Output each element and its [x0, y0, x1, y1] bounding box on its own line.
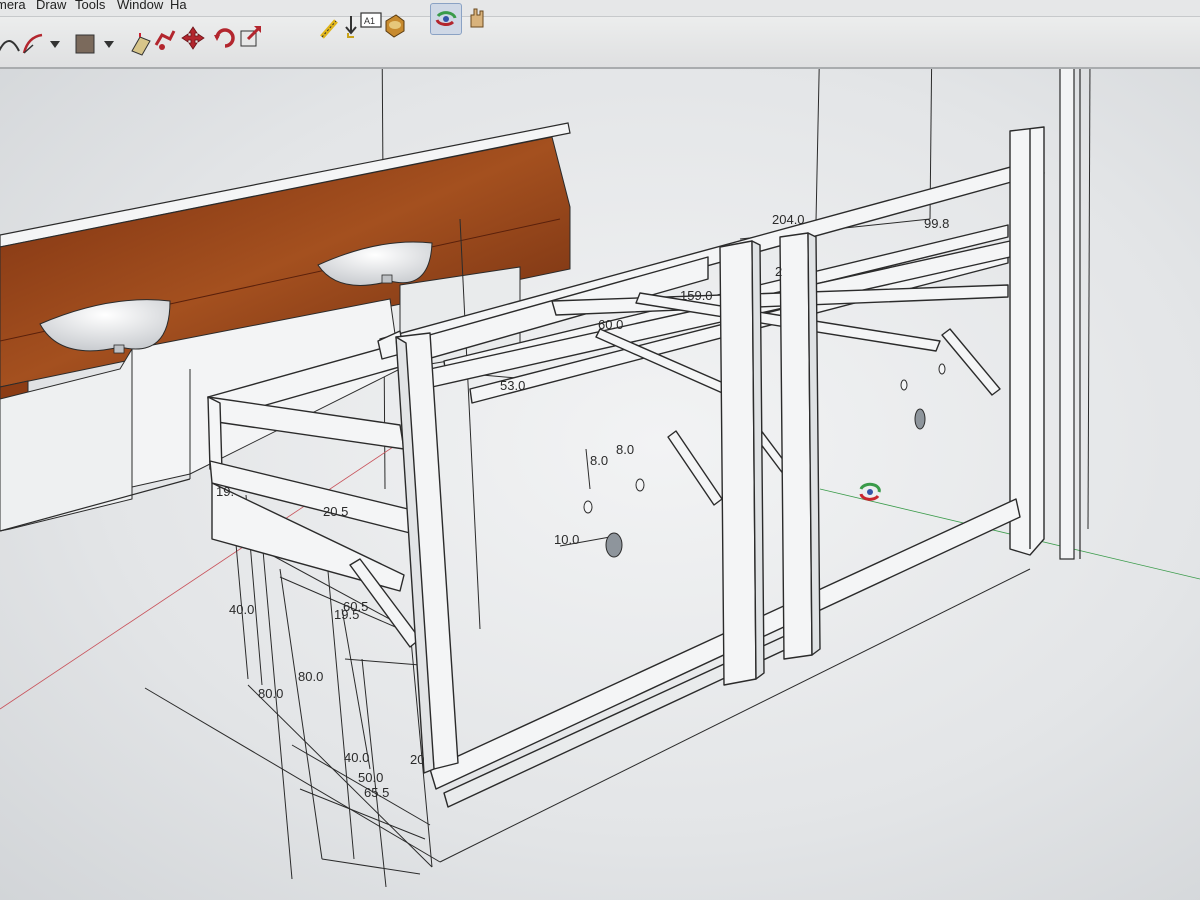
dim-rail-height: 20.5	[323, 504, 348, 519]
text-tool-label: A1	[364, 16, 375, 26]
follow-me-button[interactable]	[150, 25, 180, 55]
dim-small-label: 2	[775, 264, 782, 279]
menu-bar: mera Draw Tools Window Ha	[0, 0, 1200, 17]
menu-tools[interactable]: Tools	[75, 0, 105, 12]
dim-left-height: 19.	[216, 484, 234, 499]
dim-hole-b: 8.0	[616, 442, 634, 457]
right-wall	[1059, 69, 1091, 560]
dim-hole-offset: 10.0	[554, 532, 579, 547]
dim-height-b: 80.0	[258, 686, 283, 701]
dim-depth-a: 40.0	[344, 750, 369, 765]
dim-overall-length: 204.0	[772, 212, 805, 227]
dim-rail-gap: 19.5	[334, 607, 359, 622]
dim-depth-b: 50.0	[358, 770, 383, 785]
scale-icon	[240, 25, 262, 47]
rotate-icon	[214, 28, 235, 48]
orbit-cursor-icon	[859, 482, 881, 501]
model-viewport[interactable]: 204.0 99.8 2 159.0 60.0 53.0 8.0 8.0 10.…	[0, 69, 1200, 900]
arc-dropdown-arrow[interactable]	[50, 41, 60, 48]
menu-window[interactable]: Window	[117, 0, 163, 12]
dim-inner-length: 159.0	[680, 288, 713, 303]
dim-front-gap: 20	[410, 752, 424, 767]
paint-bucket-icon	[75, 34, 95, 54]
dim-depth-c: 65.5	[364, 785, 389, 800]
move-button[interactable]	[178, 23, 208, 53]
dim-top-width: 60.0	[598, 317, 623, 332]
move-icon	[181, 26, 205, 50]
orbit-button[interactable]	[430, 3, 462, 35]
mounting-holes	[583, 363, 946, 558]
menu-help[interactable]: Ha	[170, 0, 187, 12]
paint-dropdown-arrow[interactable]	[104, 41, 114, 48]
section-plane-icon	[385, 14, 405, 38]
paint-bucket-button[interactable]	[70, 29, 100, 59]
dim-right-depth: 99.8	[924, 216, 949, 231]
arc-icon	[22, 33, 43, 54]
pan-button[interactable]	[462, 3, 492, 33]
pan-icon	[470, 8, 484, 28]
menu-camera[interactable]: mera	[0, 0, 26, 12]
arc-pie-tool-button[interactable]	[18, 29, 48, 59]
dim-top-depth: 53.0	[500, 378, 525, 393]
scale-button[interactable]	[236, 21, 266, 51]
dim-hole-a: 8.0	[590, 453, 608, 468]
dim-height-a: 40.0	[229, 602, 254, 617]
model-canvas[interactable]: 204.0 99.8 2 159.0 60.0 53.0 8.0 8.0 10.…	[0, 69, 1200, 900]
orbit-icon	[435, 11, 457, 26]
dim-height-c: 80.0	[298, 669, 323, 684]
follow-me-icon	[154, 30, 176, 50]
sketchup-window: mera Draw Tools Window Ha A1 204.0 99.8 …	[0, 0, 1200, 900]
menu-draw[interactable]: Draw	[36, 0, 66, 12]
section-plane-button[interactable]	[380, 11, 410, 41]
main-toolbar: A1	[0, 3, 1200, 69]
